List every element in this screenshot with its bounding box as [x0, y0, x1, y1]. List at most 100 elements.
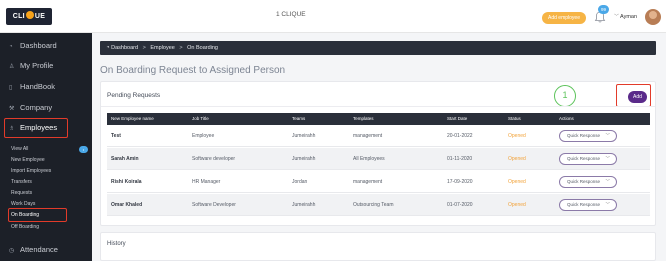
cell-name: Test: [111, 133, 121, 139]
quick-response-label: Quick Response: [567, 179, 601, 184]
dashboard-icon: ◔: [106, 45, 110, 51]
sidebar-item-label: My Profile: [20, 61, 54, 70]
cell-status: Opened: [508, 156, 526, 162]
book-icon: ▯: [9, 85, 13, 91]
view-all-badge: •: [79, 146, 88, 153]
cell-name: Omar Khaled: [111, 202, 143, 208]
subitem-view-all[interactable]: View All: [11, 145, 28, 153]
subitem-import-employees[interactable]: Import Employees: [11, 167, 51, 175]
sidebar-item-label: HandBook: [20, 82, 56, 91]
table-row[interactable]: Test Employee Jumeirahh management 20-01…: [107, 125, 650, 147]
breadcrumb-current: On Boarding: [187, 45, 218, 51]
highlight-box-on-boarding: [8, 208, 67, 222]
cell-job-title: Software developer: [192, 156, 236, 162]
app-logo[interactable]: CLI UE: [6, 8, 52, 25]
chevron-down-icon: ﹀: [605, 133, 611, 138]
cell-template: management: [353, 133, 383, 139]
divider: [101, 106, 655, 107]
column-header: Actions: [559, 116, 574, 121]
quick-response-label: Quick Response: [567, 133, 601, 138]
history-title: History: [107, 241, 126, 247]
breadcrumb-home[interactable]: Dashboard: [111, 45, 138, 51]
sidebar-item-label: Company: [20, 103, 53, 112]
quick-response-dropdown[interactable]: Quick Response ﹀: [559, 199, 617, 211]
quick-response-dropdown[interactable]: Quick Response ﹀: [559, 153, 617, 165]
cell-start-date: 01-07-2020: [447, 202, 473, 208]
page-title: On Boarding Request to Assigned Person: [100, 65, 286, 76]
column-header: Status: [508, 116, 521, 121]
cell-status: Opened: [508, 179, 526, 185]
sidebar-item-label: Attendance: [20, 245, 58, 254]
subitem-new-employee[interactable]: New Employee: [11, 156, 45, 164]
cell-team: Jordan: [292, 179, 308, 185]
sidebar-item-dashboard[interactable]: ◔ Dashboard: [0, 37, 92, 55]
sidebar-item-company[interactable]: ⚒ Company: [0, 99, 92, 117]
chevron-down-icon: ﹀: [614, 14, 620, 20]
clock-icon: ◷: [9, 248, 15, 254]
pending-requests-card: Pending Requests 1 Add New Employee name…: [100, 81, 656, 226]
cell-template: Outsourcing Team: [353, 202, 394, 208]
cell-job-title: HR Manager: [192, 179, 221, 185]
chevron-down-icon: ﹀: [605, 202, 611, 207]
column-header: Job Title: [192, 116, 209, 121]
breadcrumb-separator: >: [142, 45, 146, 51]
cell-status: Opened: [508, 202, 526, 208]
cell-start-date: 01-11-2020: [447, 156, 473, 162]
pending-requests-title: Pending Requests: [107, 92, 161, 99]
cell-name: Rishi Koirala: [111, 179, 142, 185]
quick-response-dropdown[interactable]: Quick Response ﹀: [559, 130, 617, 142]
cell-template: management: [353, 179, 383, 185]
quick-response-dropdown[interactable]: Quick Response ﹀: [559, 176, 617, 188]
column-header: New Employee name: [111, 116, 154, 121]
user-menu[interactable]: ﹀Ayman: [614, 13, 637, 20]
annotation-circle: 1: [554, 85, 576, 107]
app-title: 1 CLIQUE: [276, 11, 306, 18]
cell-job-title: Employee: [192, 133, 215, 139]
table-row[interactable]: Omar Khaled Software Developer Jumeirahh…: [107, 194, 650, 216]
quick-response-label: Quick Response: [567, 202, 601, 207]
avatar[interactable]: [645, 9, 661, 25]
sidebar-item-label: Dashboard: [20, 41, 57, 50]
main-content: ◔ Dashboard > Employee > On Boarding On …: [92, 33, 666, 261]
user-name: Ayman: [620, 14, 638, 20]
subitem-off-boarding[interactable]: Off Boarding: [11, 223, 39, 231]
top-bar: CLI UE 1 CLIQUE Add employee 99 ﹀Ayman: [0, 0, 666, 33]
cell-template: All Employees: [353, 156, 385, 162]
cell-team: Jumeirahh: [292, 133, 316, 139]
chevron-down-icon: ﹀: [605, 179, 611, 184]
highlight-box-employees: [4, 118, 68, 138]
cell-job-title: Software Developer: [192, 202, 236, 208]
cell-start-date: 17-09-2020: [447, 179, 473, 185]
column-header: Start Date: [447, 116, 468, 121]
add-employee-button[interactable]: Add employee: [542, 12, 586, 24]
cell-team: Jumeirahh: [292, 202, 316, 208]
history-card: History: [100, 232, 656, 261]
cell-status: Opened: [508, 133, 526, 139]
sidebar-item-attendance[interactable]: ◷ Attendance: [0, 241, 92, 259]
quick-response-label: Quick Response: [567, 156, 601, 161]
chevron-down-icon: ﹀: [605, 156, 611, 161]
wrench-icon: ⚒: [9, 106, 15, 112]
cell-start-date: 20-01-2022: [447, 133, 473, 139]
breadcrumb-separator: >: [179, 45, 183, 51]
breadcrumb: ◔ Dashboard > Employee > On Boarding: [100, 41, 656, 55]
breadcrumb-section[interactable]: Employee: [150, 45, 174, 51]
sidebar: ◔ Dashboard ♙ My Profile ▯ HandBook ⚒ Compan…: [0, 33, 92, 261]
table-row[interactable]: Sarah Amin Software developer Jumeirahh …: [107, 148, 650, 170]
dashboard-icon: ◔: [9, 44, 13, 50]
sidebar-item-handbook[interactable]: ▯ HandBook: [0, 78, 92, 96]
column-header: Teams: [292, 116, 306, 121]
app-root: CLI UE 1 CLIQUE Add employee 99 ﹀Ayman ◔ D…: [0, 0, 666, 261]
subitem-work-days[interactable]: Work Days: [11, 200, 35, 208]
add-button[interactable]: Add: [628, 91, 647, 103]
cell-name: Sarah Amin: [111, 156, 139, 162]
table-row[interactable]: Rishi Koirala HR Manager Jordan manageme…: [107, 171, 650, 193]
cell-team: Jumeirahh: [292, 156, 316, 162]
sidebar-item-my-profile[interactable]: ♙ My Profile: [0, 57, 92, 75]
column-header: Templates: [353, 116, 374, 121]
user-icon: ♙: [9, 64, 15, 70]
subitem-transfers[interactable]: Transfers: [11, 178, 32, 186]
subitem-requests[interactable]: Requests: [11, 189, 32, 197]
notification-badge: 99: [598, 5, 609, 14]
table-header: New Employee name Job Title Teams Templa…: [107, 113, 650, 125]
